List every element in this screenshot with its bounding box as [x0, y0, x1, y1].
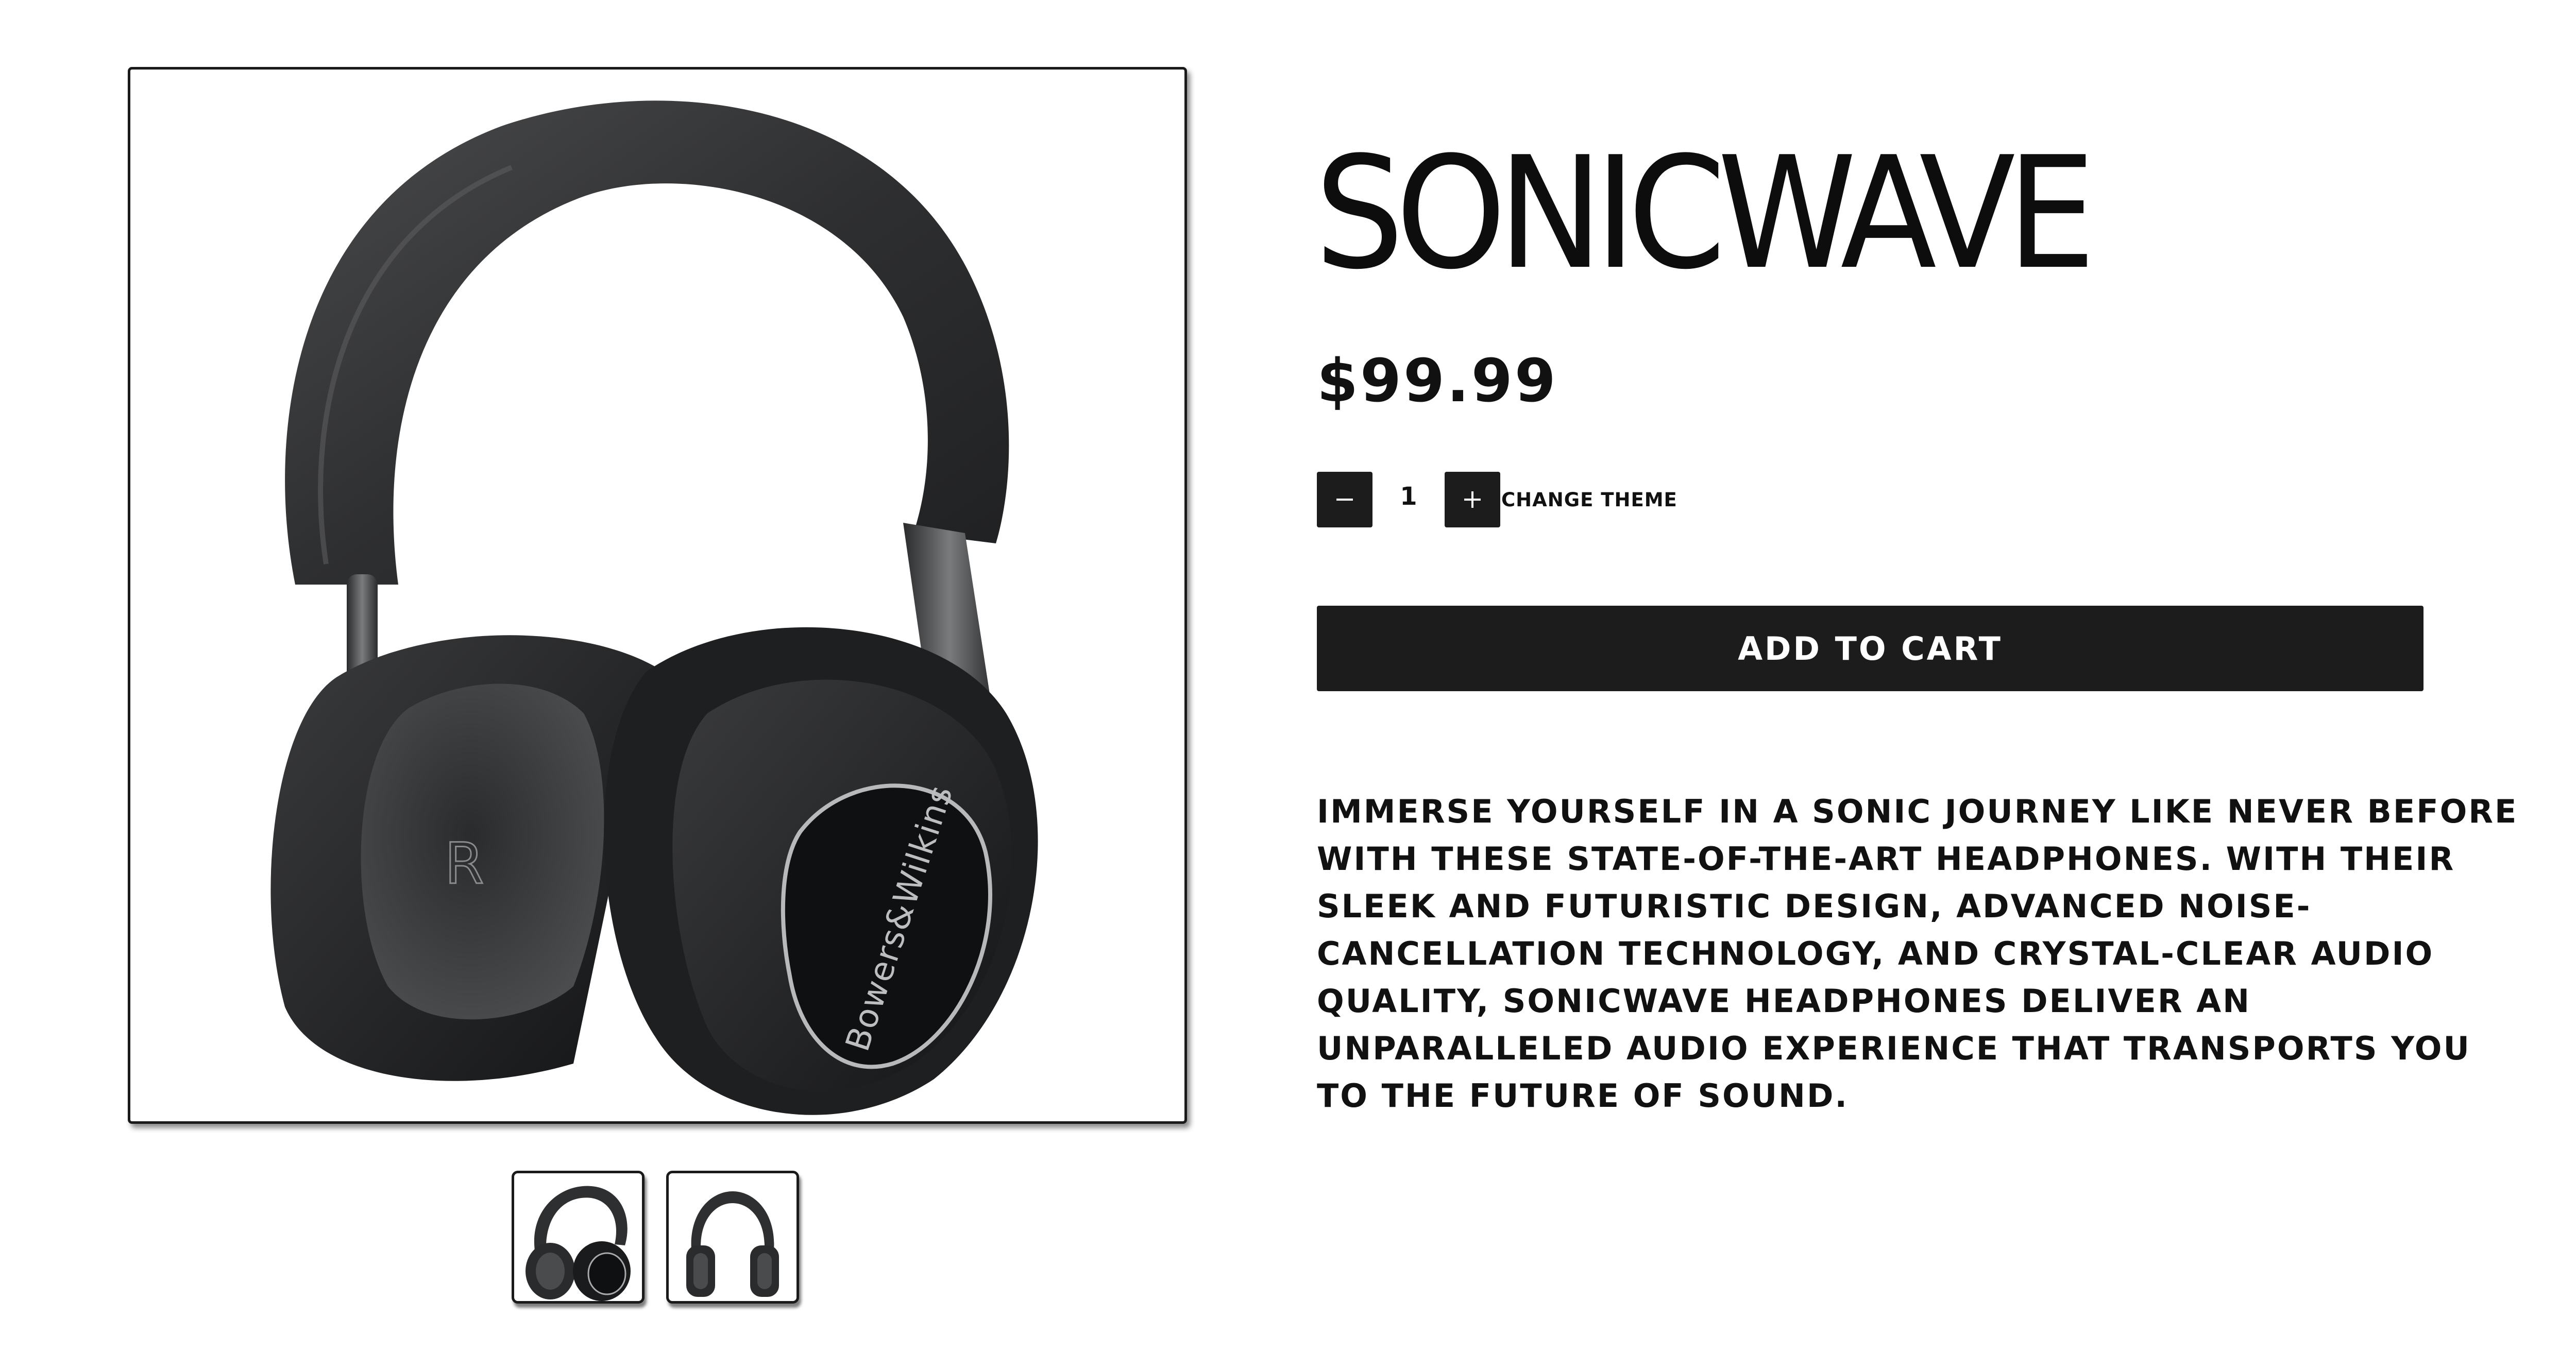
decrement-button[interactable] [1317, 472, 1372, 527]
add-to-cart-button[interactable]: ADD TO CART [1317, 606, 2424, 691]
minus-icon [1336, 499, 1353, 501]
product-title: SONICWAVE [1315, 124, 2096, 303]
thumbnail-strip [512, 1171, 799, 1304]
product-price: $99.99 [1317, 347, 1558, 416]
change-theme-button[interactable]: CHANGE THEME [1501, 489, 1677, 511]
plus-icon [1464, 491, 1481, 508]
quantity-stepper: 1 CHANGE THEME [1317, 472, 1677, 527]
product-main-image: R Bowers&Wilkins [128, 67, 1187, 1124]
headphones-image: R Bowers&Wilkins [270, 100, 1038, 1115]
cup-letter-label: R [445, 831, 484, 897]
product-description: IMMERSE YOURSELF IN A SONIC JOURNEY LIKE… [1317, 793, 2518, 1115]
headphones-thumbnail-icon [526, 1186, 631, 1301]
increment-button[interactable] [1445, 472, 1500, 527]
thumbnail-front-view[interactable] [666, 1171, 799, 1304]
thumbnail-angle-view[interactable] [512, 1171, 645, 1304]
quantity-value: 1 [1400, 482, 1417, 511]
headphones-thumbnail-icon [686, 1191, 779, 1297]
